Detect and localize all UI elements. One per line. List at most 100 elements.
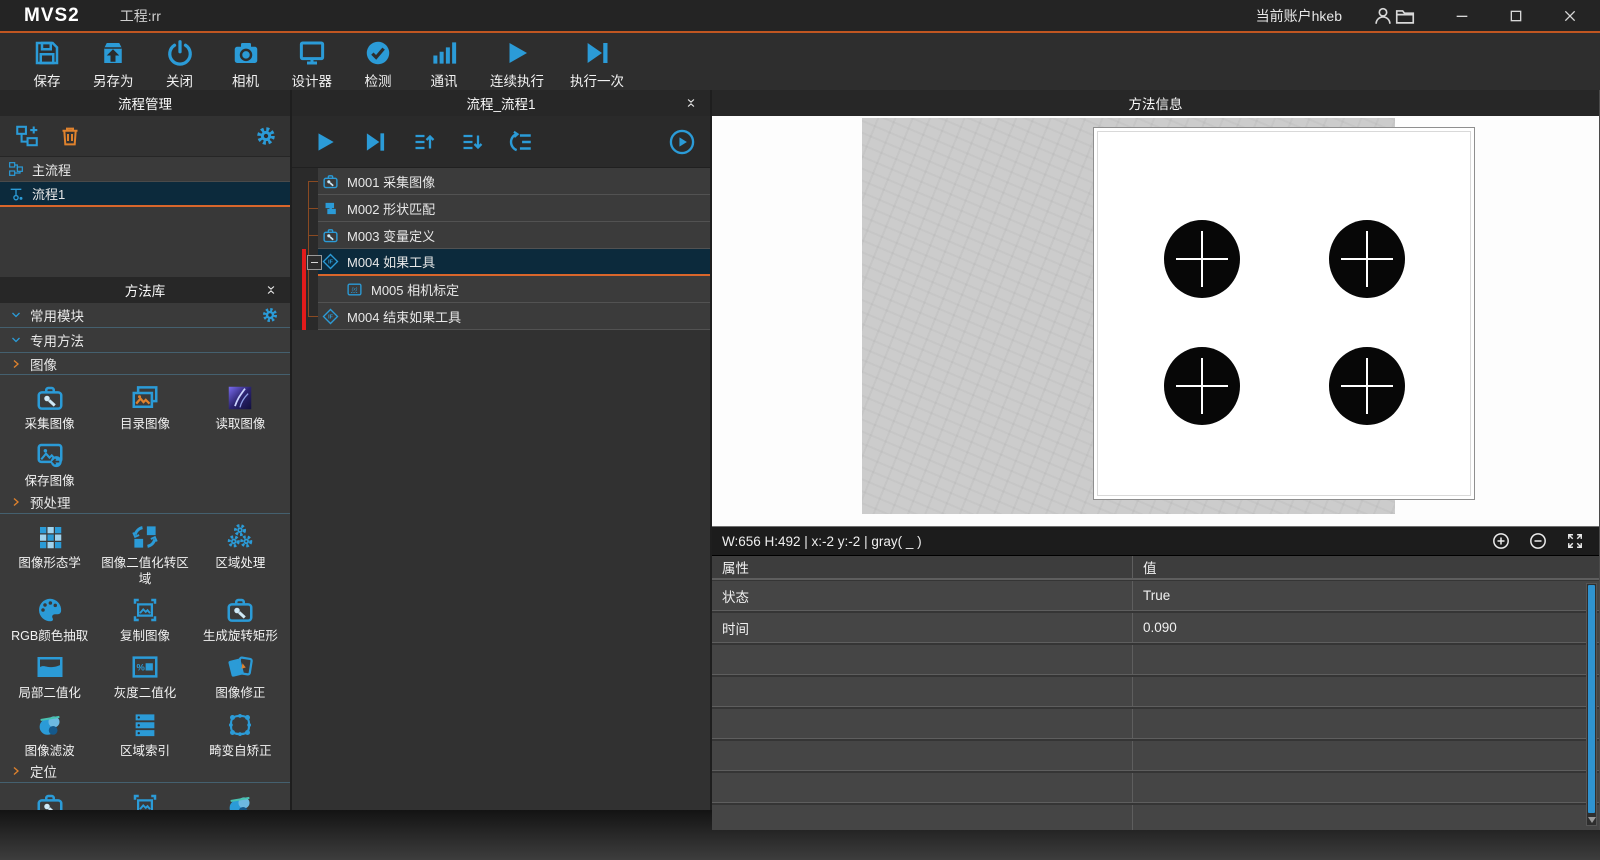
library-item-rgb-extract[interactable]: RGB颜色抽取: [2, 591, 97, 644]
flow-step-3[interactable]: IFM004 如果工具: [318, 249, 710, 276]
library-item-binarize-to-region[interactable]: 图像二值化转区域: [97, 518, 192, 588]
camera-icon: [231, 38, 261, 68]
property-table-header: 属性 值: [712, 556, 1599, 580]
account-icon[interactable]: [1372, 5, 1394, 27]
flow-step-label: M001 采集图像: [347, 172, 435, 191]
flow-step-2[interactable]: M003 变量定义: [318, 222, 710, 249]
library-section-0[interactable]: 常用模块: [0, 303, 290, 328]
collapse-library-icon[interactable]: [264, 283, 278, 297]
move-step-up-button[interactable]: [412, 130, 436, 154]
image-viewer[interactable]: [712, 116, 1599, 526]
loop-run-button[interactable]: [508, 129, 534, 155]
library-item-save-image[interactable]: 保存图像: [2, 436, 97, 489]
library-category-label: 预处理: [30, 492, 71, 512]
step-flow-button[interactable]: [362, 129, 388, 155]
library-item-region-process[interactable]: 区域处理: [193, 518, 288, 588]
property-row-6[interactable]: [712, 773, 1599, 803]
toolbar-button-camera[interactable]: 相机: [213, 33, 279, 90]
library-item-label: 图像形态学: [18, 555, 81, 571]
library-item-distortion-correct[interactable]: 畸变自矫正: [193, 706, 288, 759]
toolbar-button-save-as[interactable]: 另存为: [80, 33, 147, 90]
flow-step-0[interactable]: M001 采集图像: [318, 168, 710, 195]
copy-image-icon: [130, 791, 160, 810]
library-item-copy-image[interactable]: [97, 787, 192, 810]
section-gear-icon[interactable]: [262, 307, 278, 323]
library-section-1[interactable]: 专用方法: [0, 328, 290, 353]
library-category-label: 定位: [30, 761, 57, 781]
add-flow-button[interactable]: [14, 123, 40, 149]
toolbar-button-power[interactable]: 关闭: [147, 33, 213, 90]
property-row-5[interactable]: [712, 741, 1599, 771]
zoom-in-button[interactable]: [1491, 531, 1511, 551]
library-item-image-correct[interactable]: 图像修正: [193, 648, 288, 701]
library-item-catalog-image[interactable]: 目录图像: [97, 379, 192, 432]
collapse-flow-panel-icon[interactable]: [684, 96, 698, 110]
property-table-rows: 状态True时间0.090: [712, 581, 1599, 830]
library-item-morphology[interactable]: 图像形态学: [2, 518, 97, 588]
move-step-down-button[interactable]: [460, 130, 484, 154]
toolbar-button-label: 通讯: [431, 70, 458, 90]
account-label: 当前账户hkeb: [1256, 6, 1342, 26]
library-item-acquire-image[interactable]: [2, 787, 97, 810]
library-item-region-index[interactable]: 区域索引: [97, 706, 192, 759]
flow-list-item-0[interactable]: 主流程: [0, 157, 290, 182]
library-item-image-filter[interactable]: [193, 787, 288, 810]
library-item-acquire-image[interactable]: 采集图像: [2, 379, 97, 432]
toolbar-button-save[interactable]: 保存: [14, 33, 80, 90]
property-row-4[interactable]: [712, 709, 1599, 739]
maximize-button[interactable]: [1508, 8, 1524, 24]
library-item-read-image[interactable]: 读取图像: [193, 379, 288, 432]
library-item-label: 灰度二值化: [114, 685, 177, 701]
run-flow-button[interactable]: [312, 129, 338, 155]
flow-list-item-1[interactable]: 流程1: [0, 182, 290, 207]
toolbar-button-run-continuous[interactable]: 连续执行: [477, 33, 557, 90]
property-name-cell: [712, 709, 1133, 738]
flow-settings-button[interactable]: [256, 126, 276, 146]
property-value-cell: True: [1133, 581, 1599, 610]
table-scrollbar[interactable]: [1586, 583, 1597, 826]
close-button[interactable]: [1562, 8, 1578, 24]
property-value-cell: [1133, 709, 1599, 738]
property-row-1[interactable]: 时间0.090: [712, 613, 1599, 643]
run-single-button[interactable]: [668, 128, 696, 156]
minimize-button[interactable]: [1454, 8, 1470, 24]
library-grid-1: 图像形态学 图像二值化转区域 区域处理 RGB颜色抽取 复制图像 生成旋转矩形 …: [0, 514, 290, 761]
save-as-icon: [98, 38, 128, 68]
property-row-2[interactable]: [712, 645, 1599, 675]
tree-connector-line: [308, 181, 309, 317]
toolbar-button-detect[interactable]: 检测: [345, 33, 411, 90]
fit-view-button[interactable]: [1565, 531, 1585, 551]
scrollbar-down-arrow[interactable]: [1588, 817, 1596, 823]
library-category-1[interactable]: 预处理: [0, 492, 290, 514]
copy-image-icon: [130, 595, 160, 625]
power-icon: [165, 38, 195, 68]
property-row-0[interactable]: 状态True: [712, 581, 1599, 611]
titlebar: MVS2 工程:rr 当前账户hkeb: [0, 0, 1600, 33]
camera-calib-icon: (x): [346, 281, 363, 298]
collapse-if-block-button[interactable]: [307, 255, 322, 270]
library-category-2[interactable]: 定位: [0, 761, 290, 783]
region-index-icon: [130, 710, 160, 740]
open-project-icon[interactable]: [1394, 5, 1416, 27]
property-row-7[interactable]: [712, 805, 1599, 830]
toolbar-button-signal-bars[interactable]: 通讯: [411, 33, 477, 90]
library-category-0[interactable]: 图像: [0, 353, 290, 375]
toolbar-button-label: 设计器: [292, 70, 333, 90]
library-item-gen-rotate-rect[interactable]: 生成旋转矩形: [193, 591, 288, 644]
property-row-3[interactable]: [712, 677, 1599, 707]
zoom-out-button[interactable]: [1528, 531, 1548, 551]
library-item-image-filter[interactable]: 图像滤波: [2, 706, 97, 759]
toolbar-button-designer[interactable]: 设计器: [279, 33, 346, 90]
flow-step-4[interactable]: (x) M005 相机标定: [318, 276, 710, 303]
flow-step-5[interactable]: IFM004 结束如果工具: [318, 303, 710, 330]
scrollbar-thumb[interactable]: [1588, 585, 1595, 813]
toolbar-button-run-once[interactable]: 执行一次: [557, 33, 637, 90]
svg-text:IF: IF: [328, 314, 333, 320]
delete-flow-button[interactable]: [58, 124, 82, 148]
local-binarize-icon: [35, 652, 65, 682]
library-item-gray-binarize[interactable]: % 灰度二值化: [97, 648, 192, 701]
flow-step-1[interactable]: M002 形状匹配: [318, 195, 710, 222]
morphology-icon: [35, 522, 65, 552]
library-item-local-binarize[interactable]: 局部二值化: [2, 648, 97, 701]
library-item-copy-image[interactable]: 复制图像: [97, 591, 192, 644]
